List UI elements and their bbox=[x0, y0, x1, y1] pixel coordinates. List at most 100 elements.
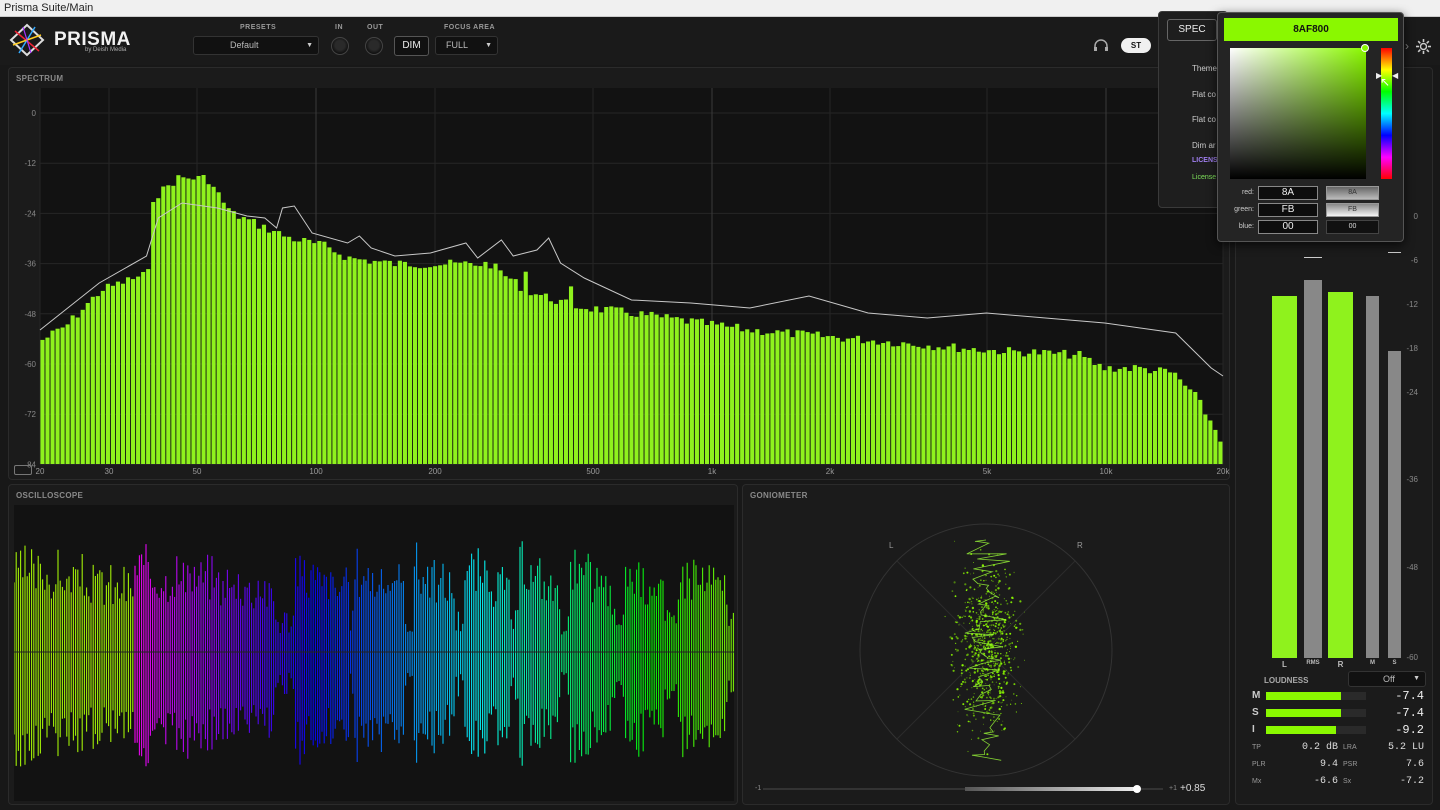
goniometer-dot bbox=[1015, 711, 1017, 713]
spectrum-bar bbox=[246, 219, 251, 464]
goniometer-dot bbox=[991, 650, 993, 651]
spectrum-toggle-icon[interactable] bbox=[14, 465, 32, 475]
goniometer-dot bbox=[964, 635, 967, 637]
goniometer-dot bbox=[968, 698, 970, 701]
goniometer-dot bbox=[971, 738, 972, 740]
goniometer-dot bbox=[982, 670, 984, 672]
goniometer-dot bbox=[973, 653, 976, 657]
red-field[interactable]: 8A bbox=[1258, 186, 1318, 200]
goniometer-dot bbox=[1005, 583, 1007, 585]
spectrum-bar bbox=[136, 276, 141, 464]
goniometer-dot bbox=[1024, 659, 1025, 661]
spectrum-bar bbox=[921, 348, 926, 464]
spectrum-bar bbox=[302, 238, 307, 464]
meter-label: S bbox=[1392, 660, 1397, 666]
spectrum-bar bbox=[493, 263, 498, 464]
focus-area-value: FULL bbox=[446, 40, 469, 50]
goniometer-dot bbox=[990, 655, 993, 657]
goniometer-dot bbox=[968, 720, 970, 723]
spectrum-bar bbox=[1072, 354, 1077, 464]
goniometer-dot bbox=[989, 624, 990, 626]
goniometer-dot bbox=[989, 627, 991, 629]
goniometer-dot bbox=[998, 718, 1000, 720]
spectrum-bar bbox=[483, 261, 488, 464]
goniometer-left-label: L bbox=[889, 541, 894, 550]
loudness-stat-value: 5.2 LU bbox=[1387, 742, 1424, 753]
goniometer-dot bbox=[966, 641, 968, 643]
gear-icon[interactable] bbox=[1415, 38, 1432, 55]
loudness-title: LOUDNESS bbox=[1264, 676, 1309, 685]
saturation-value-area[interactable] bbox=[1230, 48, 1366, 179]
goniometer-dot bbox=[977, 669, 979, 671]
goniometer-dot bbox=[990, 664, 992, 667]
goniometer-dot bbox=[984, 663, 986, 665]
goniometer-dot bbox=[960, 683, 963, 686]
spectrum-bar bbox=[1082, 357, 1087, 464]
goniometer-dot bbox=[994, 610, 996, 612]
settings-menu-item[interactable]: Flat co bbox=[1192, 115, 1216, 124]
stereo-toggle[interactable]: ST bbox=[1121, 38, 1151, 53]
spectrum-bar bbox=[730, 326, 735, 464]
input-gain-knob[interactable] bbox=[331, 37, 349, 55]
goniometer-dot bbox=[994, 600, 997, 603]
goniometer-right-label: R bbox=[1077, 541, 1083, 550]
goniometer-dot bbox=[986, 629, 989, 632]
spectrum-bar bbox=[1198, 399, 1203, 464]
goniometer-dot bbox=[977, 659, 980, 662]
dim-button[interactable]: DIM bbox=[394, 36, 429, 56]
settings-menu-item[interactable]: Flat co bbox=[1192, 90, 1216, 99]
goniometer-dot bbox=[979, 672, 981, 674]
goniometer-dot bbox=[958, 724, 961, 727]
goniometer-dot bbox=[987, 694, 990, 696]
loudness-mode-dropdown[interactable]: Off ▼ bbox=[1348, 671, 1426, 687]
meter-scale-tick: -24 bbox=[1406, 388, 1418, 397]
hue-slider[interactable] bbox=[1381, 48, 1392, 179]
goniometer-dot bbox=[1010, 642, 1011, 644]
hex-swatch[interactable]: 8AF800 bbox=[1224, 18, 1398, 41]
goniometer-dot bbox=[990, 666, 992, 668]
green-field[interactable]: FB bbox=[1258, 203, 1318, 217]
goniometer-dot bbox=[973, 701, 975, 703]
sv-cursor[interactable] bbox=[1361, 44, 1369, 52]
settings-tab-spec[interactable]: SPEC bbox=[1167, 19, 1217, 41]
blue-field[interactable]: 00 bbox=[1258, 220, 1318, 234]
goniometer-dot bbox=[1010, 601, 1013, 604]
red-slider[interactable]: 8A bbox=[1326, 186, 1379, 200]
settings-menu-item[interactable]: Theme bbox=[1192, 64, 1217, 73]
goniometer-dot bbox=[997, 627, 1000, 629]
preset-dropdown[interactable]: Default ▼ bbox=[193, 36, 319, 55]
focus-area-dropdown[interactable]: FULL ▼ bbox=[435, 36, 498, 55]
spectrum-bar bbox=[463, 261, 468, 464]
goniometer-dot bbox=[981, 666, 984, 668]
presets-label: PRESETS bbox=[240, 24, 277, 31]
goniometer-dot bbox=[980, 628, 982, 631]
spectrum-panel: SPECTRUM 0 -12 -24 -36 -48 -60 -72 -84 20 30 50 100… bbox=[8, 67, 1230, 480]
green-slider[interactable]: FB bbox=[1326, 203, 1379, 217]
goniometer-dot bbox=[1005, 633, 1008, 636]
correlation-handle[interactable] bbox=[1133, 785, 1141, 793]
goniometer-dot bbox=[1013, 693, 1015, 695]
goniometer-dot bbox=[972, 714, 975, 717]
headphones-icon[interactable] bbox=[1093, 38, 1109, 52]
goniometer-dot bbox=[1009, 632, 1012, 635]
spectrum-bar bbox=[438, 265, 443, 464]
goniometer-dot bbox=[977, 737, 980, 740]
goniometer-dot bbox=[979, 630, 981, 632]
goniometer-dot bbox=[997, 674, 1000, 677]
spectrum-bar bbox=[448, 259, 453, 464]
output-gain-knob[interactable] bbox=[365, 37, 383, 55]
goniometer-dot bbox=[987, 663, 990, 666]
spectrum-bar bbox=[815, 331, 820, 464]
hue-handle-right-icon[interactable]: ◀ bbox=[1392, 71, 1398, 80]
spectrum-y-tick: 0 bbox=[32, 109, 37, 118]
settings-menu-item[interactable]: Dim ar bbox=[1192, 141, 1216, 150]
goniometer-dot bbox=[998, 579, 1001, 583]
goniometer-dot bbox=[972, 696, 975, 698]
meter-peak-hold bbox=[1304, 257, 1322, 258]
spectrum-bar bbox=[382, 260, 387, 464]
loudness-stat-value: 7.6 bbox=[1405, 759, 1424, 770]
spectrum-bar bbox=[780, 331, 785, 464]
goniometer-dot bbox=[993, 574, 996, 577]
blue-slider[interactable]: 00 bbox=[1326, 220, 1379, 234]
spectrum-bar bbox=[342, 259, 347, 464]
